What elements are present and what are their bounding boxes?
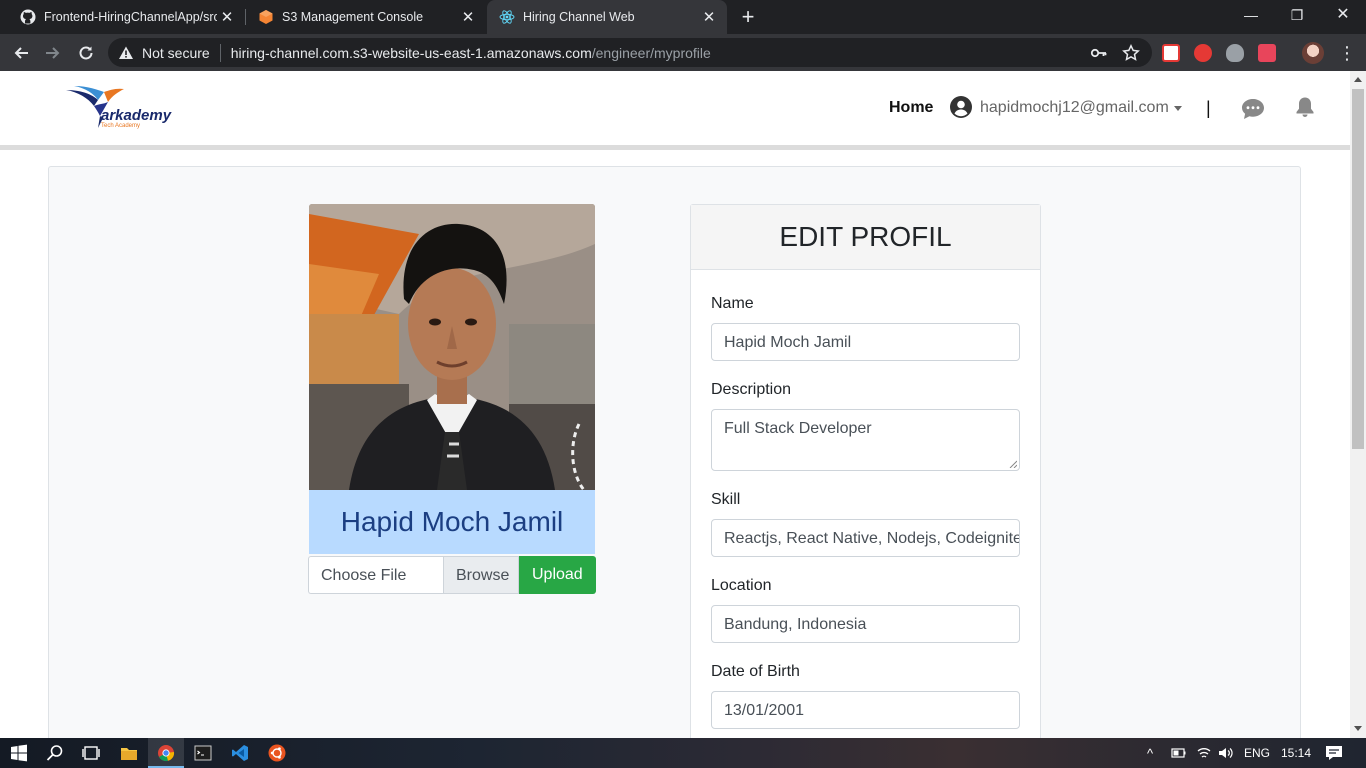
chat-bubble-icon[interactable] <box>1241 98 1265 120</box>
tab-title: Frontend-HiringChannelApp/src/ <box>44 10 217 24</box>
react-icon <box>499 10 515 24</box>
scrollbar-thumb[interactable] <box>1352 89 1364 449</box>
description-textarea[interactable]: Full Stack Developer <box>711 409 1020 471</box>
bookmark-star-icon[interactable] <box>1122 44 1140 62</box>
restore-window-icon[interactable]: ❐ <box>1274 0 1320 34</box>
volume-icon[interactable] <box>1218 744 1234 762</box>
tray-expand-icon[interactable]: ^ <box>1147 746 1153 761</box>
close-tab-icon[interactable]: ✕ <box>699 8 719 26</box>
close-tab-icon[interactable]: ✕ <box>458 8 478 26</box>
user-circle-icon[interactable] <box>950 96 972 118</box>
browser-tab-github[interactable]: Frontend-HiringChannelApp/src/ ✕ <box>0 0 245 34</box>
browse-button[interactable]: Browse <box>443 556 519 594</box>
close-window-icon[interactable]: ✕ <box>1320 0 1366 34</box>
ubuntu-icon[interactable] <box>268 744 286 762</box>
location-input[interactable]: Bandung, Indonesia <box>711 605 1020 643</box>
date-of-birth-label: Date of Birth <box>711 663 800 680</box>
action-center-icon[interactable] <box>1325 744 1343 762</box>
battery-icon[interactable] <box>1170 744 1186 762</box>
brand-name: arkademy <box>101 107 172 124</box>
brand-tagline: Tech Academy <box>101 123 141 129</box>
url-host: hiring-channel.com.s3-website-us-east-1.… <box>230 44 592 61</box>
vscode-icon[interactable] <box>231 744 249 762</box>
site-navbar: arkademy Tech Academy Home hapidmochj12@… <box>0 71 1350 145</box>
extension-cloud-icon[interactable] <box>1226 44 1244 62</box>
language-indicator[interactable]: ENG <box>1244 746 1270 760</box>
chrome-icon[interactable] <box>157 744 175 762</box>
close-tab-icon[interactable]: ✕ <box>217 8 237 26</box>
url-divider <box>219 43 221 62</box>
address-bar[interactable]: Not secure hiring-channel.com.s3-website… <box>108 38 1152 67</box>
profile-name-banner: Hapid Moch Jamil <box>309 490 595 554</box>
browser-menu-icon[interactable]: ⋮ <box>1334 40 1360 66</box>
web-page: arkademy Tech Academy Home hapidmochj12@… <box>0 71 1350 738</box>
tab-title: S3 Management Console <box>282 10 424 24</box>
navbar-divider <box>0 145 1350 150</box>
new-tab-plus-icon[interactable]: + <box>736 4 760 30</box>
terminal-icon[interactable] <box>194 744 212 762</box>
browser-tab-hiring-channel[interactable]: Hiring Channel Web ✕ <box>487 0 727 34</box>
back-arrow-icon[interactable] <box>8 40 34 66</box>
extension-calendar-icon[interactable] <box>1162 44 1180 62</box>
warning-icon <box>119 46 133 59</box>
location-label: Location <box>711 577 772 594</box>
upload-button[interactable]: Upload <box>519 556 596 594</box>
skill-input[interactable]: Reactjs, React Native, Nodejs, Codeignit… <box>711 519 1020 557</box>
search-icon[interactable] <box>46 744 64 762</box>
wifi-icon[interactable] <box>1196 744 1212 762</box>
nav-home-link[interactable]: Home <box>889 99 933 117</box>
task-view-icon[interactable] <box>82 744 100 762</box>
notification-bell-icon[interactable] <box>1295 96 1315 118</box>
extension-blocker-icon[interactable] <box>1194 44 1212 62</box>
scroll-up-arrow-icon[interactable] <box>1354 77 1362 82</box>
caret-down-icon[interactable] <box>1174 106 1182 111</box>
description-value: Full Stack Developer <box>724 420 872 437</box>
user-email-dropdown[interactable]: hapidmochj12@gmail.com <box>980 99 1169 117</box>
photo-upload-group: Choose File Browse Upload <box>308 556 596 594</box>
profile-name: Hapid Moch Jamil <box>340 506 564 537</box>
file-input[interactable]: Choose File <box>308 556 443 594</box>
page-scrollbar[interactable] <box>1350 71 1366 738</box>
minimize-window-icon[interactable]: — <box>1228 0 1274 34</box>
date-of-birth-input[interactable]: 13/01/2001 <box>711 691 1020 729</box>
windows-start-icon[interactable] <box>10 744 28 762</box>
file-explorer-icon[interactable] <box>120 744 138 762</box>
edit-profile-header: EDIT PROFIL <box>691 205 1040 270</box>
skill-label: Skill <box>711 491 741 508</box>
description-label: Description <box>711 381 792 398</box>
windows-taskbar: ^ ENG 15:14 <box>0 738 1366 768</box>
browser-toolbar: Not secure hiring-channel.com.s3-website… <box>0 34 1366 71</box>
browser-tab-s3[interactable]: S3 Management Console ✕ <box>246 0 486 34</box>
resize-grip-icon[interactable] <box>1009 460 1017 468</box>
profile-photo <box>309 204 595 490</box>
url-path: /engineer/myprofile <box>591 44 711 61</box>
name-label: Name <box>711 295 754 312</box>
aws-icon <box>259 10 273 24</box>
profile-container <box>48 166 1301 738</box>
edit-profile-card: EDIT PROFIL Name Hapid Moch Jamil Descri… <box>690 204 1041 738</box>
name-input[interactable]: Hapid Moch Jamil <box>711 323 1020 361</box>
forward-arrow-icon[interactable] <box>40 40 66 66</box>
edit-profile-title: EDIT PROFIL <box>779 221 952 252</box>
key-icon[interactable] <box>1090 44 1108 62</box>
tab-title: Hiring Channel Web <box>523 10 635 24</box>
github-icon <box>20 9 36 25</box>
extension-red-icon[interactable] <box>1258 44 1276 62</box>
browser-tab-strip: Frontend-HiringChannelApp/src/ ✕ S3 Mana… <box>0 0 1366 34</box>
scroll-down-arrow-icon[interactable] <box>1354 726 1362 731</box>
profile-avatar[interactable] <box>1302 42 1324 64</box>
taskbar-clock[interactable]: 15:14 <box>1281 746 1311 760</box>
reload-icon[interactable] <box>73 40 99 66</box>
nav-separator: | <box>1206 98 1211 118</box>
security-status[interactable]: Not secure <box>142 45 210 61</box>
